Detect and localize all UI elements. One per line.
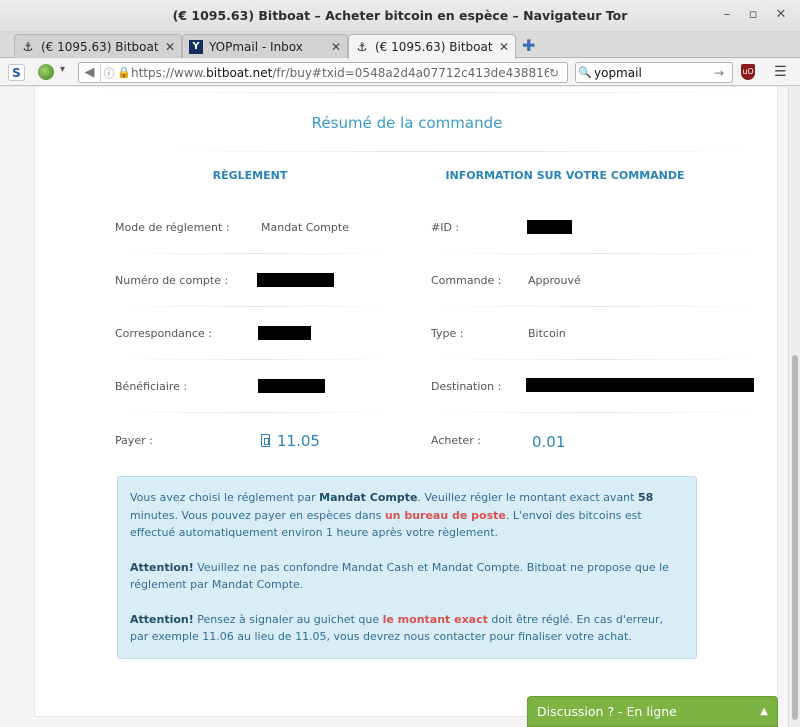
scrollbar-thumb[interactable] — [792, 355, 798, 720]
divider — [115, 359, 395, 360]
chevron-up-icon[interactable]: ▲ — [760, 706, 768, 717]
divider — [431, 253, 761, 254]
order-id-label: #ID : — [431, 221, 460, 234]
new-tab-icon[interactable]: ✚ — [522, 36, 535, 55]
navigation-bar: S ▾ ◀ ⓘ 🔒 https://www.bitboat.net/fr/buy… — [0, 59, 800, 86]
tab-close-icon[interactable]: ✕ — [499, 40, 509, 54]
anchor-icon: ⚓ — [22, 39, 34, 54]
vertical-scrollbar[interactable] — [788, 87, 800, 727]
order-status-label: Commande : — [431, 274, 502, 287]
account-number-label: Numéro de compte : — [115, 274, 229, 287]
redacted-correspondence — [258, 326, 311, 340]
minimize-icon[interactable]: – — [718, 7, 736, 22]
anchor-icon: ⚓ — [356, 40, 368, 54]
redacted-destination — [526, 378, 754, 392]
order-summary-card: Résumé de la commande RÈGLEMENT INFORMAT… — [34, 87, 779, 717]
url-bar[interactable]: ◀ ⓘ 🔒 https://www.bitboat.net/fr/buy#txi… — [78, 62, 568, 83]
warning-paragraph-1: Attention! Veuillez ne pas confondre Man… — [130, 560, 669, 592]
yopmail-icon: Y — [189, 39, 203, 54]
pay-amount: 11.05 — [277, 432, 320, 450]
redacted-account-number — [257, 273, 334, 287]
tab-strip: ⚓ (€ 1095.63) Bitboat - … ✕ Y YOPmail - … — [0, 32, 800, 59]
tab-label: YOPmail - Inbox — [209, 39, 303, 54]
type-label: Type : — [431, 327, 464, 340]
page-viewport: Résumé de la commande RÈGLEMENT INFORMAT… — [0, 87, 788, 727]
noscript-icon[interactable]: S — [8, 64, 25, 81]
order-info-heading: INFORMATION SUR VOTRE COMMANDE — [445, 169, 685, 182]
lock-icon[interactable]: 🔒 — [117, 66, 131, 79]
tab-bitboat-1[interactable]: ⚓ (€ 1095.63) Bitboat - … ✕ — [14, 34, 182, 58]
warning-paragraph-2: Attention! Pensez à signaler au guichet … — [130, 612, 664, 644]
mobile-icon — [261, 434, 270, 447]
post-office-link[interactable]: un bureau de poste — [385, 509, 506, 522]
buy-label: Acheter : — [431, 434, 481, 447]
search-icon: 🔍 — [578, 66, 592, 79]
pay-label: Payer : — [115, 434, 153, 447]
beneficiary-label: Bénéficiaire : — [115, 380, 188, 393]
tor-onion-icon[interactable] — [38, 64, 54, 80]
back-arrow-icon[interactable]: ◀ — [79, 62, 101, 83]
close-icon[interactable]: ✕ — [772, 7, 790, 22]
window-titlebar: (€ 1095.63) Bitboat – Acheter bitcoin en… — [0, 0, 800, 32]
search-value[interactable]: yopmail — [594, 66, 714, 80]
divider — [115, 412, 395, 413]
divider — [155, 151, 765, 152]
ublock-icon[interactable]: uO — [741, 64, 755, 80]
info-icon[interactable]: ⓘ — [101, 65, 117, 81]
hamburger-menu-icon[interactable]: ☰ — [774, 64, 787, 80]
tab-close-icon[interactable]: ✕ — [331, 40, 341, 54]
chevron-down-icon[interactable]: ▾ — [60, 64, 65, 75]
payment-heading: RÈGLEMENT — [212, 169, 288, 182]
page-title: Résumé de la commande — [311, 114, 503, 132]
maximize-icon[interactable]: ▫ — [744, 7, 762, 22]
url-text[interactable]: https://www.bitboat.net/fr/buy#txid=0548… — [131, 66, 549, 80]
divider — [115, 253, 395, 254]
instructions-paragraph: Vous avez choisi le réglement par Mandat… — [130, 491, 654, 539]
tab-yopmail[interactable]: Y YOPmail - Inbox ✕ — [182, 34, 348, 58]
divider — [79, 92, 779, 93]
buy-amount: 0.01 — [532, 433, 566, 451]
redacted-order-id — [527, 220, 572, 234]
tab-close-icon[interactable]: ✕ — [165, 40, 175, 54]
divider — [431, 359, 761, 360]
order-status-value: Approuvé — [528, 274, 581, 287]
type-value: Bitcoin — [528, 327, 566, 340]
divider — [431, 412, 761, 413]
chat-widget-button[interactable]: Discussion ? - En ligne ▲ — [527, 696, 778, 727]
payment-instructions-alert: Vous avez choisi le réglement par Mandat… — [117, 476, 697, 659]
tab-label: (€ 1095.63) Bitboat - … — [375, 40, 495, 54]
search-input[interactable]: 🔍 yopmail → — [575, 62, 733, 83]
chat-label: Discussion ? - En ligne — [537, 704, 677, 719]
tab-label: (€ 1095.63) Bitboat - … — [41, 39, 161, 54]
payment-mode-label: Mode de réglement : — [115, 221, 230, 234]
tab-bitboat-active[interactable]: ⚓ (€ 1095.63) Bitboat - … ✕ — [348, 34, 516, 59]
divider — [431, 306, 761, 307]
redacted-beneficiary — [258, 379, 325, 393]
window-title: (€ 1095.63) Bitboat – Acheter bitcoin en… — [172, 8, 628, 23]
payment-mode-value: Mandat Compte — [261, 221, 349, 234]
arrow-right-icon[interactable]: → — [714, 66, 732, 80]
correspondence-label: Correspondance : — [115, 327, 212, 340]
divider — [115, 306, 395, 307]
destination-label: Destination : — [431, 380, 502, 393]
reload-icon[interactable]: ↻ — [549, 66, 567, 80]
